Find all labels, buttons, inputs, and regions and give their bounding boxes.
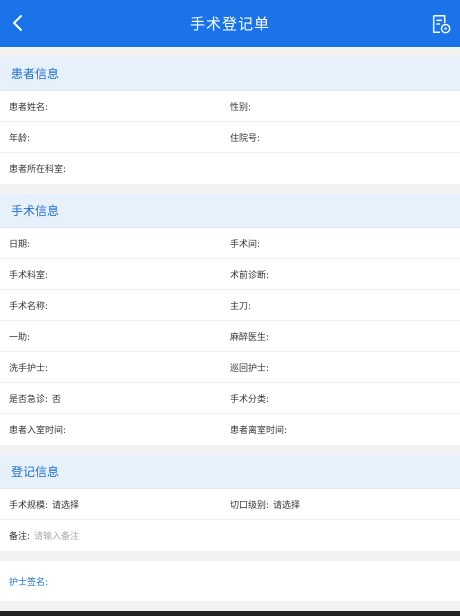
enter-time-field: 患者入室时间: [0,423,220,436]
top-nav-bar: 手术登记单 [0,0,460,47]
form-row: 手术科室: 术前诊断: [0,259,460,290]
form-row: 患者入室时间: 患者离室时间: [0,414,460,445]
form-row: 日期: 手术间: [0,228,460,259]
section-title-registration: 登记信息 [0,455,460,489]
field-label: 切口级别: [230,500,270,511]
patient-name-field: 患者姓名: [0,100,220,113]
form-row: 手术规模: 请选择 切口级别: 请选择 [0,489,460,520]
form-row: 一助: 麻醉医生: [0,321,460,352]
incision-level-select[interactable]: 切口级别: 请选择 [220,498,460,511]
field-label: 主刀: [230,301,252,312]
patient-info-section: 患者信息 患者姓名: 性别: 年龄: 住院号: 患者所在科室: [0,57,460,184]
operating-room-field: 手术间: [220,237,460,250]
field-label: 手术分类: [230,394,270,405]
incision-level-value[interactable]: 请选择 [273,498,300,511]
surgery-date-field: 日期: [0,237,220,250]
spacer [0,445,460,455]
field-label: 日期: [9,239,31,250]
patient-department-field: 患者所在科室: [0,162,220,175]
field-label: 性别: [230,102,252,113]
anesthetist-field: 麻醉医生: [220,330,460,343]
field-label: 患者所在科室: [9,165,67,175]
field-label: 患者姓名: [9,102,49,113]
emergency-value: 否 [52,394,62,405]
signature-label: 护士签名: [9,577,49,588]
emergency-field: 是否急诊: 否 [0,392,220,405]
circulating-nurse-field: 巡回护士: [220,361,460,374]
form-row: 患者姓名: 性别: [0,91,460,122]
chief-surgeon-field: 主刀: [220,299,460,312]
scrub-nurse-field: 洗手护士: [0,361,220,374]
preop-diagnosis-field: 术前诊断: [220,268,460,281]
form-row: 手术名称: 主刀: [0,290,460,321]
form-row: 患者所在科室: [0,153,460,184]
first-assistant-field: 一助: [0,330,220,343]
field-label: 手术间: [230,239,261,250]
remark-input[interactable]: 请输入备注 [34,529,79,542]
spacer [0,551,460,561]
field-label: 备注: [9,532,31,542]
chevron-left-icon[interactable] [6,11,30,35]
field-label: 洗手护士: [9,363,49,374]
surgery-info-section: 手术信息 日期: 手术间: 手术科室: 术前诊断: 手术名称: 主刀: 一助: … [0,194,460,445]
field-label: 是否急诊: [9,394,49,405]
bottom-edge [0,611,460,616]
registration-info-section: 登记信息 手术规模: 请选择 切口级别: 请选择 备注: 请输入备注 [0,455,460,551]
field-label: 麻醉医生: [230,332,270,343]
nurse-signature-field[interactable]: 护士签名: [0,561,460,601]
field-label: 患者入室时间: [9,426,67,436]
field-label: 年龄: [9,133,31,144]
field-label: 住院号: [230,133,261,144]
leave-time-field: 患者离室时间: [220,423,460,436]
page-title: 手术登记单 [189,15,270,33]
section-title-patient: 患者信息 [0,57,460,91]
field-label: 患者离室时间: [230,426,288,436]
field-label: 巡回护士: [230,363,270,374]
admission-number-field: 住院号: [220,131,460,144]
spacer [0,47,460,57]
field-label: 术前诊断: [230,270,270,281]
patient-age-field: 年龄: [0,131,220,144]
field-label: 手术规模: [9,500,49,511]
form-row: 年龄: 住院号: [0,122,460,153]
spacer [0,184,460,194]
form-row: 备注: 请输入备注 [0,520,460,551]
surgery-department-field: 手术科室: [0,268,220,281]
document-settings-icon[interactable] [430,13,452,35]
surgery-category-field: 手术分类: [220,392,460,405]
form-row: 是否急诊: 否 手术分类: [0,383,460,414]
surgery-name-field: 手术名称: [0,299,220,312]
surgery-scale-select[interactable]: 手术规模: 请选择 [0,498,220,511]
field-label: 手术名称: [9,301,49,312]
patient-gender-field: 性别: [220,100,460,113]
surgery-scale-value[interactable]: 请选择 [52,498,79,511]
field-label: 一助: [9,332,31,343]
form-row: 洗手护士: 巡回护士: [0,352,460,383]
remark-field[interactable]: 备注: 请输入备注 [0,529,220,542]
field-label: 手术科室: [9,270,49,281]
section-title-surgery: 手术信息 [0,194,460,228]
